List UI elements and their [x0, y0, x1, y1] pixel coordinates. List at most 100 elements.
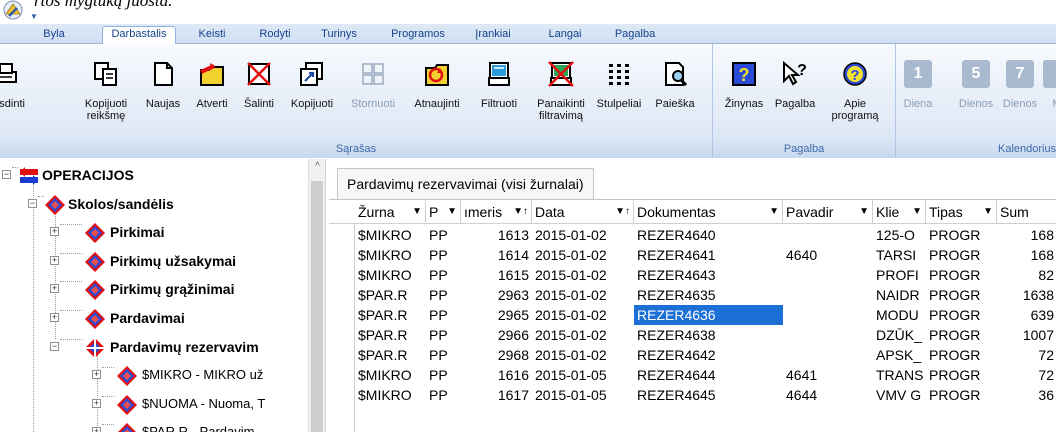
m-button[interactable]: M	[1042, 44, 1056, 140]
table-cell[interactable]: PROFI	[873, 265, 926, 285]
table-cell[interactable]: PROGR	[926, 285, 997, 305]
paieška-button[interactable]: Paieška	[651, 44, 699, 140]
table-cell[interactable]: $PAR.R	[355, 325, 426, 345]
filter-dropdown-icon[interactable]: ▼	[769, 200, 779, 224]
table-cell[interactable]: DZŪK_	[873, 325, 926, 345]
table-cell[interactable]: 2015-01-05	[532, 385, 634, 405]
collapse-icon[interactable]: −	[28, 199, 37, 208]
ausdinti-button[interactable]: ausdinti	[0, 44, 30, 140]
filter-dropdown-icon[interactable]: ▼	[983, 200, 993, 224]
table-cell[interactable]: 168	[997, 225, 1056, 245]
table-cell[interactable]: 168	[997, 245, 1056, 265]
table-row[interactable]: $PAR.R PP 2968 2015-01-02 REZER4642 APSK_ PROG…	[329, 345, 1056, 365]
table-cell[interactable]	[783, 325, 873, 345]
table-cell[interactable]	[783, 285, 873, 305]
expand-icon[interactable]: +	[92, 370, 101, 379]
tab-įrankiai[interactable]: Įrankiai	[467, 27, 519, 44]
table-cell[interactable]: 1613	[461, 225, 532, 245]
table-cell[interactable]: PROGR	[926, 225, 997, 245]
tree-scrollbar[interactable]: ^	[308, 159, 325, 432]
table-row[interactable]: $MIKRO PP 1616 2015-01-05 REZER4644 4641 TRANS…	[329, 365, 1056, 385]
filter-dropdown-icon[interactable]: ▼	[912, 200, 922, 224]
column-header[interactable]: Dokumentas ▼	[634, 200, 783, 224]
table-cell[interactable]: REZER4636	[634, 305, 783, 325]
tree-node[interactable]: + $MIKRO - MIKRO už	[0, 363, 308, 389]
grid-tab-title[interactable]: Pardavimų rezervavimai (visi žurnalai)	[337, 168, 594, 200]
dienos-button[interactable]: 7 Dienos	[998, 44, 1042, 140]
table-cell[interactable]: 1615	[461, 265, 532, 285]
filter-dropdown-icon[interactable]: ▼	[859, 200, 869, 224]
table-row[interactable]: $PAR.R PP 2966 2015-01-02 REZER4638 DZŪK_ PROG…	[329, 325, 1056, 345]
dienos-button[interactable]: 5 Dienos	[950, 44, 1002, 140]
table-cell[interactable]: $MIKRO	[355, 385, 426, 405]
table-cell[interactable]: $MIKRO	[355, 245, 426, 265]
table-cell[interactable]: REZER4643	[634, 265, 783, 285]
table-cell[interactable]: APSK_	[873, 345, 926, 365]
table-cell[interactable]: PROGR	[926, 325, 997, 345]
table-cell[interactable]: 2015-01-02	[532, 305, 634, 325]
pagalba-button[interactable]: ? Pagalba	[771, 44, 819, 140]
žinynas-button[interactable]: ? Žinynas	[718, 44, 770, 140]
table-cell[interactable]: NAIDR	[873, 285, 926, 305]
tab-darbastalis[interactable]: Darbastalis	[102, 26, 176, 45]
column-header[interactable]: Sum	[997, 200, 1056, 224]
table-cell[interactable]: 2965	[461, 305, 532, 325]
filter-dropdown-icon[interactable]: ▼↑	[513, 200, 528, 224]
table-cell[interactable]	[783, 305, 873, 325]
tab-byla[interactable]: Byla	[28, 27, 80, 44]
table-cell[interactable]: 1638	[997, 285, 1056, 305]
column-header[interactable]: Data ▼↑	[532, 200, 634, 224]
tab-langai[interactable]: Langai	[541, 27, 589, 44]
table-cell[interactable]: 4641	[783, 365, 873, 385]
apie-programą-button[interactable]: ? Apie programą	[824, 44, 886, 140]
table-cell[interactable]: REZER4645	[634, 385, 783, 405]
diena-button[interactable]: 1 Diena	[896, 44, 940, 140]
column-header[interactable]: Tipas ▼	[926, 200, 997, 224]
collapse-icon[interactable]: −	[50, 342, 59, 351]
filter-dropdown-icon[interactable]: ▼	[447, 200, 457, 224]
table-cell[interactable]: TARSI	[873, 245, 926, 265]
table-cell[interactable]: 72	[997, 365, 1056, 385]
table-cell[interactable]: PP	[426, 385, 461, 405]
table-cell[interactable]: 82	[997, 265, 1056, 285]
expand-icon[interactable]: +	[50, 313, 59, 322]
table-cell[interactable]: PROGR	[926, 385, 997, 405]
table-cell[interactable]: PP	[426, 325, 461, 345]
table-cell[interactable]: REZER4641	[634, 245, 783, 265]
filter-dropdown-icon[interactable]: ▼↑	[615, 200, 630, 224]
tree-node[interactable]: − Pardavimų rezervavim	[0, 335, 308, 361]
table-cell[interactable]: 2015-01-02	[532, 285, 634, 305]
table-row[interactable]: $PAR.R PP 2963 2015-01-02 REZER4635 NAIDR PROG…	[329, 285, 1056, 305]
table-row[interactable]: $MIKRO PP 1613 2015-01-02 REZER4640 125-O PROG…	[329, 225, 1056, 245]
table-cell[interactable]: PP	[426, 285, 461, 305]
table-cell[interactable]: REZER4642	[634, 345, 783, 365]
tab-pagalba[interactable]: Pagalba	[606, 27, 664, 44]
kopijuoti-reikšmę-button[interactable]: Kopijuoti reikšmę	[75, 44, 137, 140]
table-cell[interactable]: PP	[426, 225, 461, 245]
table-row[interactable]: $MIKRO PP 1614 2015-01-02 REZER4641 4640 TARSI…	[329, 245, 1056, 265]
table-cell[interactable]: REZER4638	[634, 325, 783, 345]
table-row[interactable]: $MIKRO PP 1615 2015-01-02 REZER4643 PROFI PROG…	[329, 265, 1056, 285]
expand-icon[interactable]: +	[50, 227, 59, 236]
panaikinti-filtravimą-button[interactable]: Panaikinti filtravimą	[530, 44, 592, 140]
tab-programos[interactable]: Programos	[383, 27, 453, 44]
stulpeliai-button[interactable]: Stulpeliai	[590, 44, 648, 140]
table-row[interactable]: $MIKRO PP 1617 2015-01-05 REZER4645 4644 VMV G…	[329, 385, 1056, 405]
tab-turinys[interactable]: Turinys	[313, 27, 365, 44]
table-cell[interactable]: 2968	[461, 345, 532, 365]
tree-node[interactable]: + Pirkimų grąžinimai	[0, 277, 308, 303]
table-cell[interactable]: 4640	[783, 245, 873, 265]
table-cell[interactable]: REZER4640	[634, 225, 783, 245]
tree-node[interactable]: − OPERACIJOS	[0, 163, 308, 189]
table-cell[interactable]: PROGR	[926, 345, 997, 365]
tree-node[interactable]: + Pirkimų užsakymai	[0, 249, 308, 275]
table-cell[interactable]: VMV G	[873, 385, 926, 405]
tree-node[interactable]: + $PAR.R - Pardavim	[0, 420, 308, 432]
table-cell[interactable]: 2966	[461, 325, 532, 345]
table-cell[interactable]: PROGR	[926, 305, 997, 325]
table-cell[interactable]: 2963	[461, 285, 532, 305]
table-cell[interactable]: 72	[997, 345, 1056, 365]
table-cell[interactable]: PP	[426, 345, 461, 365]
table-cell[interactable]: $MIKRO	[355, 225, 426, 245]
filtruoti-button[interactable]: Filtruoti	[470, 44, 528, 140]
